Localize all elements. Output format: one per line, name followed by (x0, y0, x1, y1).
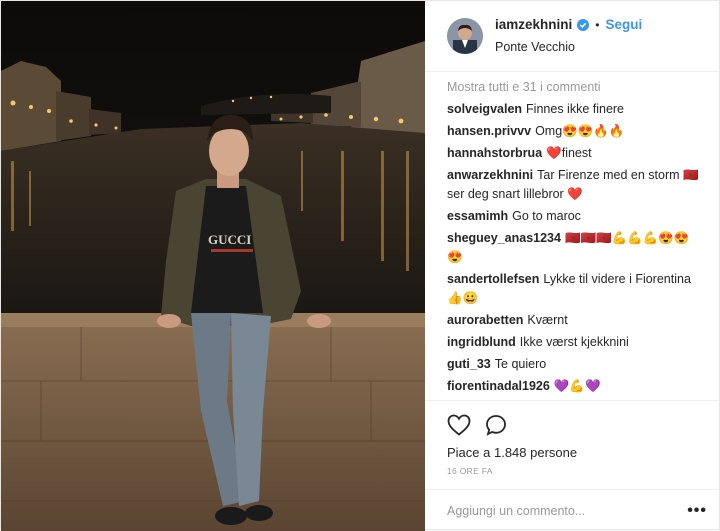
comment-item: hansen.privvv Omg😍😍🔥🔥 (447, 122, 703, 141)
comment-username[interactable]: solveigvalen (447, 102, 522, 116)
post-header: iamzekhnini • Segui Ponte Vecchio (425, 1, 719, 72)
post-sidebar: iamzekhnini • Segui Ponte Vecchio Mostra… (425, 1, 719, 531)
comment-username[interactable]: sheguey_anas1234 (447, 231, 561, 245)
likes-count[interactable]: Piace a 1.848 persone (447, 445, 703, 460)
post-timestamp: 16 ORE FA (447, 466, 493, 476)
comment-username[interactable]: ingridblund (447, 335, 516, 349)
comment-username[interactable]: hannahstorbrua (447, 146, 542, 160)
heart-outline-icon[interactable] (447, 414, 471, 436)
comment-username[interactable]: anwarzekhnini (447, 168, 533, 182)
shirt-logo-text: GUCCI (208, 232, 251, 247)
comment-item: anwarzekhnini Tar Firenze med en storm 🇲🇦… (447, 166, 703, 204)
post-username[interactable]: iamzekhnini (495, 15, 572, 35)
post-location[interactable]: Ponte Vecchio (495, 37, 642, 57)
comment-item: hannahstorbrua ❤️finest (447, 144, 703, 163)
avatar-image (447, 18, 483, 54)
avatar[interactable] (447, 18, 483, 54)
photo-illustration: GUCCI (1, 1, 425, 531)
post-actions: Piace a 1.848 persone 16 ORE FA (425, 400, 719, 489)
comment-text: Omg😍😍🔥🔥 (535, 124, 625, 138)
comment-username[interactable]: guti_33 (447, 357, 491, 371)
comment-item: sandertollefsen Lykke til videre i Fioren… (447, 270, 703, 308)
comment-username[interactable]: hansen.privvv (447, 124, 531, 138)
comment-item: solveigvalen Finnes ikke finere (447, 100, 703, 119)
separator-dot: • (595, 18, 600, 32)
comment-input[interactable] (447, 503, 688, 518)
show-all-comments-link[interactable]: Mostra tutti e 31 i commenti (447, 78, 703, 96)
post-photo[interactable]: GUCCI (1, 1, 425, 531)
comment-item: aurorabetten Kværnt (447, 311, 703, 330)
comment-item: guti_33 Te quiero (447, 355, 703, 374)
more-options-button[interactable]: ••• (687, 502, 707, 520)
follow-button[interactable]: Segui (605, 15, 642, 35)
comment-username[interactable]: fiorentinadal1926 (447, 379, 550, 393)
comment-text: 💜💪💜 (553, 379, 601, 393)
comment-text: Te quiero (494, 357, 547, 371)
comment-text: Finnes ikke finere (526, 102, 625, 116)
comment-item: ingridblund Ikke værst kjekknini (447, 333, 703, 352)
comment-username[interactable]: aurorabetten (447, 313, 523, 327)
post-container: GUCCI iamzekhnini • Segui Ponte Vecchio … (0, 0, 720, 531)
verified-badge-icon (577, 19, 590, 31)
comment-username[interactable]: sandertollefsen (447, 272, 539, 286)
comment-item: fiorentinadal1926 💜💪💜 (447, 377, 703, 396)
add-comment-bar: ••• (425, 489, 719, 531)
comment-text: Ikke værst kjekknini (519, 335, 629, 349)
speech-bubble-icon[interactable] (485, 414, 507, 436)
comment-text: Go to maroc (512, 209, 581, 223)
comment-item: essamimh Go to maroc (447, 207, 703, 226)
comment-item: sheguey_anas1234 🇲🇦🇲🇦🇲🇦💪💪💪😍😍😍 (447, 229, 703, 267)
comments-list: Mostra tutti e 31 i commenti solveigvale… (425, 72, 719, 400)
comment-text: ❤️finest (546, 146, 592, 160)
comment-username[interactable]: essamimh (447, 209, 508, 223)
comment-text: Kværnt (527, 313, 568, 327)
